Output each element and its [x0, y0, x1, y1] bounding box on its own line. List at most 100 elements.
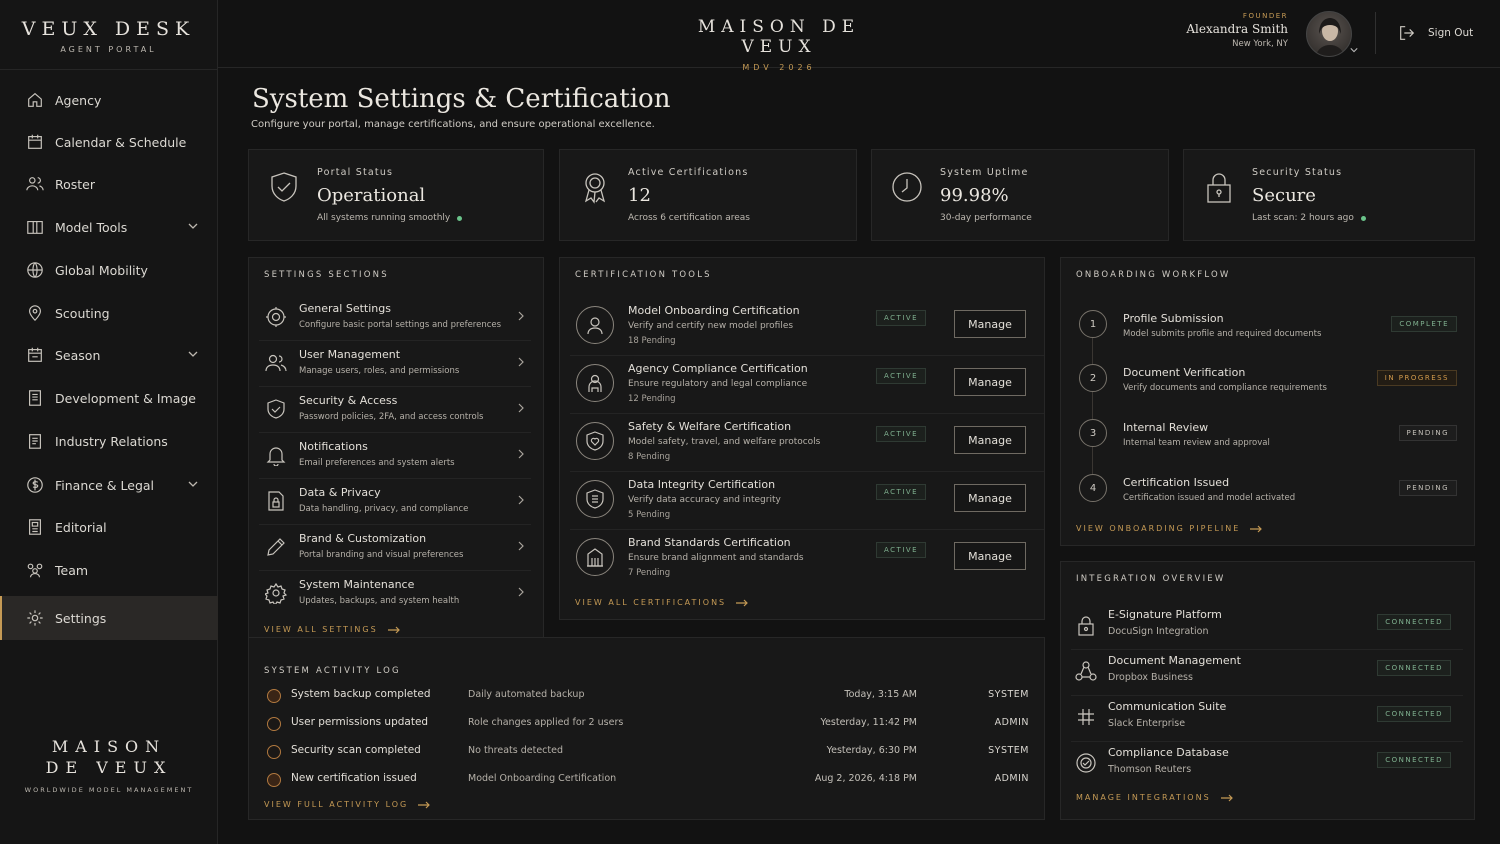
- manage-button[interactable]: Manage: [954, 310, 1026, 338]
- sidebar-item-editorial[interactable]: Editorial: [0, 509, 218, 545]
- status-badge: PENDING: [1398, 480, 1457, 496]
- settings-item-notifications[interactable]: Notifications Email preferences and syst…: [259, 433, 531, 479]
- settings-item-desc: Updates, backups, and system health: [299, 596, 460, 606]
- agency-icon: [576, 364, 614, 402]
- view-all-certifications-link[interactable]: VIEW ALL CERTIFICATIONS: [575, 598, 748, 607]
- integration-row[interactable]: Communication Suite Slack Enterprise CON…: [1071, 696, 1463, 742]
- workflow-step[interactable]: 4 Certification Issued Certification iss…: [1079, 474, 1469, 524]
- status-badge: COMPLETE: [1391, 316, 1457, 332]
- status-badge: PENDING: [1398, 425, 1457, 441]
- activity-row[interactable]: Security scan completed No threats detec…: [263, 738, 1029, 766]
- view-full-activity-log-link[interactable]: VIEW FULL ACTIVITY LOG: [264, 800, 431, 809]
- users-icon: [265, 354, 287, 372]
- integration-desc: Slack Enterprise: [1108, 718, 1186, 729]
- activity-row[interactable]: New certification issued Model Onboardin…: [263, 766, 1029, 794]
- step-title: Internal Review: [1123, 421, 1209, 434]
- cog-icon: [265, 582, 287, 604]
- sidebar-item-industry-relations[interactable]: Industry Relations: [0, 423, 218, 459]
- sidebar-item-development-image[interactable]: Development & Image: [0, 380, 218, 416]
- chevron-right-icon: [518, 495, 524, 505]
- activity-detail: Daily automated backup: [468, 689, 585, 700]
- settings-item-brand-customization[interactable]: Brand & Customization Portal branding an…: [259, 525, 531, 571]
- logout-icon: [1400, 26, 1415, 40]
- logo-title: MAISON DE VEUX: [697, 17, 861, 57]
- sidebar-item-calendar[interactable]: Calendar & Schedule: [0, 124, 218, 160]
- activity-detail: Model Onboarding Certification: [468, 773, 617, 784]
- section-title: ONBOARDING WORKFLOW: [1076, 270, 1231, 280]
- sidebar-item-season[interactable]: Season: [0, 337, 218, 373]
- lock-icon: [1207, 173, 1231, 203]
- link-label: VIEW ALL SETTINGS: [264, 625, 378, 634]
- activity-event: Security scan completed: [291, 744, 421, 756]
- settings-item-data-privacy[interactable]: Data & Privacy Data handling, privacy, a…: [259, 479, 531, 525]
- stat-label: Portal Status: [317, 167, 394, 178]
- settings-item-user-management[interactable]: User Management Manage users, roles, and…: [259, 341, 531, 387]
- sidebar-item-settings[interactable]: Settings: [0, 596, 218, 640]
- workflow-step[interactable]: 1 Profile Submission Model submits profi…: [1079, 310, 1469, 360]
- person-badge-icon: [576, 306, 614, 344]
- link-label: VIEW ONBOARDING PIPELINE: [1076, 524, 1241, 533]
- header-logo[interactable]: MAISON DE VEUX MDV 2026: [664, 17, 894, 72]
- chevron-right-icon: [518, 357, 524, 367]
- sidebar-item-model-tools[interactable]: Model Tools: [0, 209, 218, 245]
- avatar[interactable]: [1306, 11, 1352, 57]
- award-icon: [584, 173, 606, 204]
- status-badge: ACTIVE: [876, 368, 927, 384]
- sidebar-item-roster[interactable]: Roster: [0, 166, 218, 202]
- view-all-settings-link[interactable]: VIEW ALL SETTINGS: [264, 625, 400, 634]
- settings-item-security-access[interactable]: Security & Access Password policies, 2FA…: [259, 387, 531, 433]
- sidebar-item-label: Finance & Legal: [55, 477, 155, 493]
- stat-label: System Uptime: [940, 167, 1029, 178]
- chevron-right-icon: [518, 541, 524, 551]
- integration-title: Compliance Database: [1108, 746, 1229, 759]
- settings-sections-panel: SETTINGS SECTIONS General Settings Confi…: [248, 257, 544, 645]
- cert-pending: 8 Pending: [628, 452, 671, 462]
- settings-item-system-maintenance[interactable]: System Maintenance Updates, backups, and…: [259, 571, 531, 617]
- activity-row[interactable]: System backup completed Daily automated …: [263, 682, 1029, 710]
- manage-button[interactable]: Manage: [954, 484, 1026, 512]
- chevron-right-icon: [518, 587, 524, 597]
- step-title: Certification Issued: [1123, 476, 1230, 489]
- activity-row[interactable]: User permissions updated Role changes ap…: [263, 710, 1029, 738]
- settings-item-general[interactable]: General Settings Configure basic portal …: [259, 295, 531, 341]
- chevron-down-icon[interactable]: [1350, 46, 1358, 54]
- sign-out-button[interactable]: Sign Out: [1398, 24, 1473, 42]
- workflow-step[interactable]: 3 Internal Review Internal team review a…: [1079, 419, 1469, 469]
- sidebar-item-agency[interactable]: Agency: [0, 82, 218, 118]
- integration-row[interactable]: Compliance Database Thomson Reuters CONN…: [1071, 742, 1463, 788]
- manage-button[interactable]: Manage: [954, 368, 1026, 396]
- building-icon: [576, 538, 614, 576]
- cert-title: Safety & Welfare Certification: [628, 420, 792, 433]
- certification-row: Agency Compliance Certification Ensure r…: [570, 356, 1044, 414]
- arrow-right-icon: [1250, 525, 1263, 532]
- status-badge: ACTIVE: [876, 542, 927, 558]
- view-onboarding-pipeline-link[interactable]: VIEW ONBOARDING PIPELINE: [1076, 524, 1263, 533]
- user-info[interactable]: FOUNDER Alexandra Smith New York, NY: [1186, 12, 1288, 49]
- step-number: 1: [1079, 310, 1107, 338]
- sidebar-item-finance-legal[interactable]: Finance & Legal: [0, 467, 218, 503]
- integration-row[interactable]: Document Management Dropbox Business CON…: [1071, 650, 1463, 696]
- sidebar-item-team[interactable]: Team: [0, 552, 218, 588]
- page-title: System Settings & Certification: [252, 84, 671, 114]
- settings-item-title: Brand & Customization: [299, 532, 427, 545]
- manage-button[interactable]: Manage: [954, 426, 1026, 454]
- section-title: CERTIFICATION TOOLS: [575, 270, 712, 280]
- integration-row[interactable]: E-Signature Platform DocuSign Integratio…: [1071, 604, 1463, 650]
- shield-heart-icon: [576, 422, 614, 460]
- sidebar-item-label: Industry Relations: [55, 433, 168, 449]
- sidebar-item-label: Development & Image: [55, 390, 196, 406]
- status-dot: [1360, 215, 1366, 221]
- manage-button[interactable]: Manage: [954, 542, 1026, 570]
- arrow-right-icon: [1220, 794, 1233, 801]
- activity-detail: Role changes applied for 2 users: [468, 717, 624, 728]
- bell-icon: [266, 447, 286, 466]
- certification-row: Brand Standards Certification Ensure bra…: [570, 530, 1044, 588]
- sidebar-item-scouting[interactable]: Scouting: [0, 295, 218, 331]
- sidebar-item-global-mobility[interactable]: Global Mobility: [0, 252, 218, 288]
- integration-overview-panel: INTEGRATION OVERVIEW E-Signature Platfor…: [1060, 561, 1475, 820]
- manage-integrations-link[interactable]: MANAGE INTEGRATIONS: [1076, 793, 1233, 802]
- cert-title: Model Onboarding Certification: [628, 304, 800, 317]
- link-label: VIEW FULL ACTIVITY LOG: [264, 800, 409, 809]
- sidebar-item-label: Settings: [55, 610, 107, 626]
- workflow-step[interactable]: 2 Document Verification Verify documents…: [1079, 364, 1469, 414]
